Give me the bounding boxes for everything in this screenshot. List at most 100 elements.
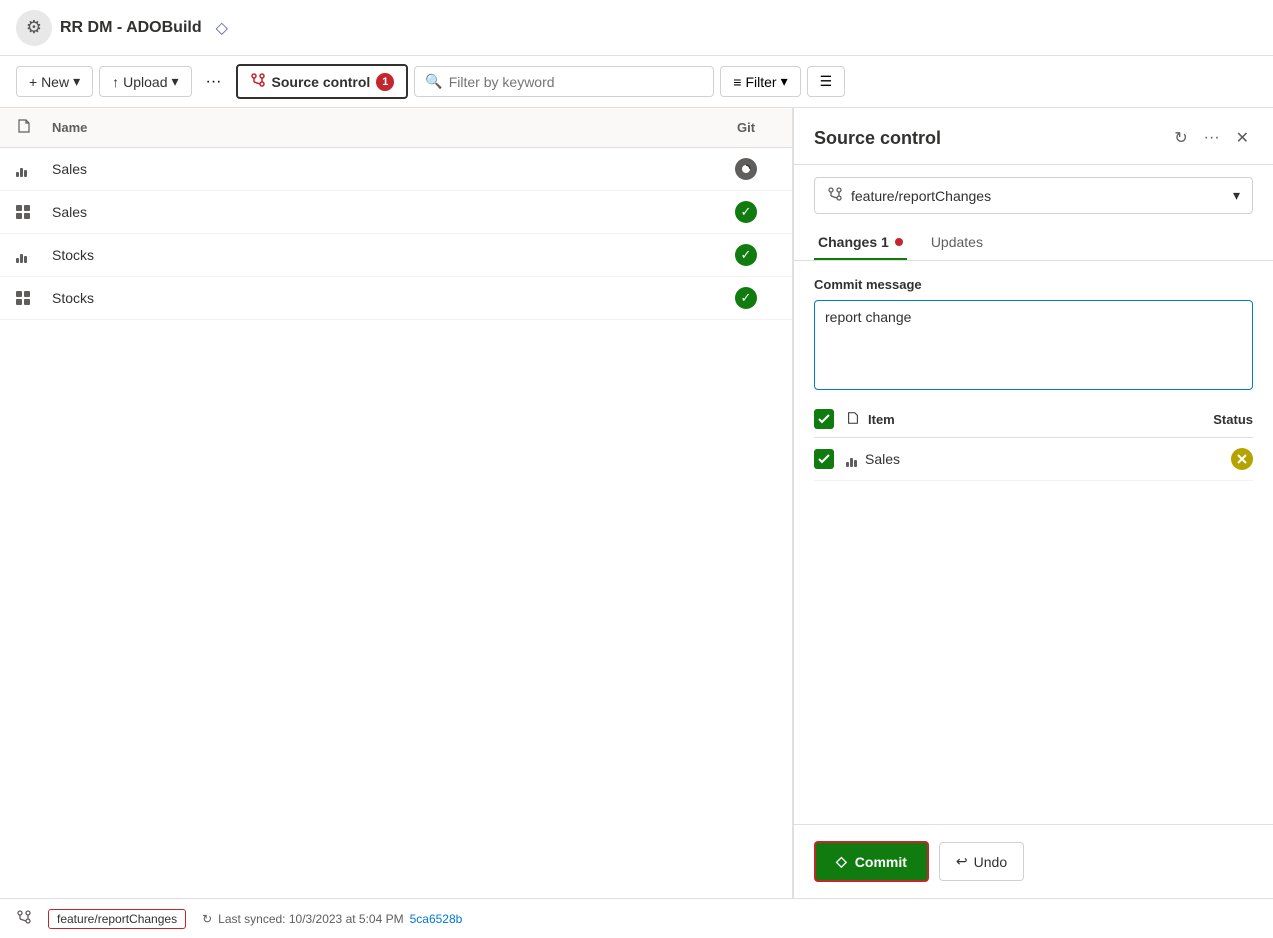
change-item-name: Sales <box>865 451 1223 467</box>
changes-col-status: Status <box>1213 412 1253 427</box>
panel-body: Commit message report change Item Status <box>794 261 1273 824</box>
upload-chevron-icon: ▾ <box>171 73 178 90</box>
status-bar: feature/reportChanges ↻ Last synced: 10/… <box>0 898 1273 938</box>
row-icon-bar <box>16 247 52 263</box>
source-control-badge: 1 <box>376 73 394 91</box>
change-item-type-icon <box>846 451 857 467</box>
refresh-icon: ↻ <box>1174 130 1187 147</box>
tab-changes-label: Changes 1 <box>818 234 889 250</box>
row-icon-bar <box>16 161 52 177</box>
header-icon-col <box>16 118 52 137</box>
search-bar[interactable]: 🔍 <box>414 66 714 97</box>
branch-chevron-icon: ▾ <box>1233 187 1240 204</box>
changes-header: Item Status <box>814 409 1253 438</box>
new-button-label: + New <box>29 74 69 90</box>
row-icon-grid <box>16 291 52 305</box>
tab-changes-dot <box>895 238 903 246</box>
row-name: Stocks <box>52 290 716 306</box>
commit-button-icon: ◇ <box>836 853 847 870</box>
status-icon-check: ✓ <box>735 287 757 309</box>
undo-button[interactable]: ↩ Undo <box>939 842 1024 881</box>
branch-icon <box>827 186 843 205</box>
table-row[interactable]: Stocks ✓ <box>0 234 792 277</box>
upload-button-label: Upload <box>123 74 167 90</box>
search-input[interactable] <box>449 74 704 90</box>
sync-text: Last synced: 10/3/2023 at 5:04 PM <box>218 912 403 926</box>
filter-button[interactable]: ≡ Filter ▾ <box>720 66 800 97</box>
status-icon-check: ✓ <box>735 244 757 266</box>
undo-button-label: Undo <box>974 854 1007 870</box>
table-row[interactable]: Sales <box>0 148 792 191</box>
close-icon: ✕ <box>1236 130 1249 147</box>
file-header-icon <box>16 122 32 137</box>
row-icon-grid <box>16 205 52 219</box>
commit-message-label: Commit message <box>814 277 1253 292</box>
layout-button[interactable]: ☰ <box>807 66 846 97</box>
branch-left: feature/reportChanges <box>827 186 991 205</box>
status-modified-icon <box>1231 448 1253 470</box>
row-status: ✓ <box>716 201 776 223</box>
change-item-checkbox[interactable] <box>814 449 834 469</box>
left-panel: Name Git Sales <box>0 108 793 898</box>
source-control-branch-icon <box>250 72 266 91</box>
more-button[interactable]: ··· <box>198 67 230 97</box>
panel-header: Source control ↻ ··· ✕ <box>794 108 1273 165</box>
commit-button-label: Commit <box>855 854 907 870</box>
panel-title: Source control <box>814 128 941 149</box>
new-chevron-icon: ▾ <box>73 73 80 90</box>
commit-button[interactable]: ◇ Commit <box>814 841 929 882</box>
app-icon-char: ⚙ <box>26 17 42 38</box>
branch-status[interactable]: feature/reportChanges <box>48 909 186 929</box>
file-col-icon <box>846 411 868 428</box>
name-column-header: Name <box>52 120 716 135</box>
source-control-status-icon <box>16 909 32 928</box>
toolbar: + New ▾ ↑ Upload ▾ ··· Source control 1 … <box>0 56 1273 108</box>
table-row[interactable]: Sales ✓ <box>0 191 792 234</box>
commit-hash[interactable]: 5ca6528b <box>410 912 463 926</box>
source-control-button[interactable]: Source control 1 <box>236 64 409 99</box>
filter-button-label: Filter <box>745 74 776 90</box>
upload-button[interactable]: ↑ Upload ▾ <box>99 66 191 97</box>
panel-more-button[interactable]: ··· <box>1200 125 1224 151</box>
upload-icon: ↑ <box>112 74 119 90</box>
sync-icon: ↻ <box>202 912 212 926</box>
tab-updates[interactable]: Updates <box>927 226 987 260</box>
source-control-button-label: Source control <box>272 74 371 90</box>
branch-selector[interactable]: feature/reportChanges ▾ <box>814 177 1253 214</box>
row-name: Sales <box>52 161 716 177</box>
main-layout: Name Git Sales <box>0 108 1273 898</box>
more-icon: ··· <box>206 73 222 90</box>
row-status: ✓ <box>716 244 776 266</box>
diamond-icon: ◇ <box>216 18 228 38</box>
change-item-status <box>1223 448 1253 470</box>
source-control-panel: Source control ↻ ··· ✕ <box>793 108 1273 898</box>
app-title: RR DM - ADOBuild <box>60 19 202 37</box>
commit-message-input[interactable]: report change <box>814 300 1253 390</box>
row-name: Stocks <box>52 247 716 263</box>
select-all-checkbox[interactable] <box>814 409 834 429</box>
panel-footer: ◇ Commit ↩ Undo <box>794 824 1273 898</box>
tab-changes[interactable]: Changes 1 <box>814 226 907 260</box>
git-column-header: Git <box>716 120 776 135</box>
top-bar: ⚙ RR DM - ADOBuild ◇ <box>0 0 1273 56</box>
status-icon-git <box>735 158 757 180</box>
changes-col-item: Item <box>868 412 1213 427</box>
refresh-button[interactable]: ↻ <box>1170 124 1191 152</box>
panel-actions: ↻ ··· ✕ <box>1170 124 1253 152</box>
filter-chevron-icon: ▾ <box>781 73 788 90</box>
status-icon-check: ✓ <box>735 201 757 223</box>
new-button[interactable]: + New ▾ <box>16 66 93 97</box>
table-row[interactable]: Stocks ✓ <box>0 277 792 320</box>
search-icon: 🔍 <box>425 73 442 90</box>
branch-name: feature/reportChanges <box>851 188 991 204</box>
change-item: Sales <box>814 438 1253 481</box>
row-status: ✓ <box>716 287 776 309</box>
panel-more-icon: ··· <box>1204 129 1220 146</box>
close-panel-button[interactable]: ✕ <box>1232 124 1253 152</box>
row-status <box>716 158 776 180</box>
app-icon: ⚙ <box>16 10 52 46</box>
layout-icon: ☰ <box>820 73 833 90</box>
row-name: Sales <box>52 204 716 220</box>
undo-icon: ↩ <box>956 853 968 870</box>
panel-tabs: Changes 1 Updates <box>794 226 1273 261</box>
